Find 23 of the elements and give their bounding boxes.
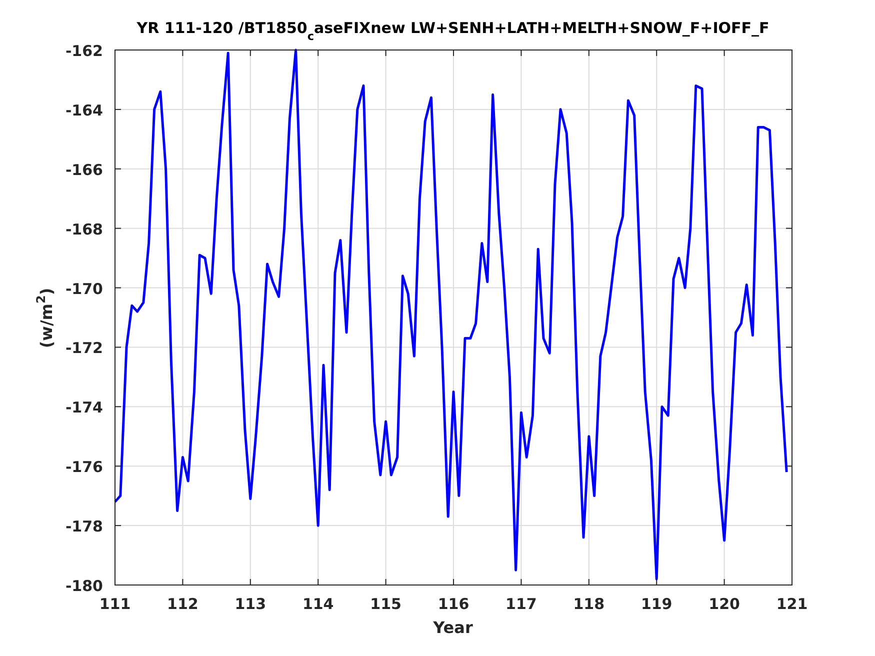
y-tick-label: -166 (65, 160, 103, 179)
y-tick-label: -170 (65, 280, 103, 298)
x-tick-label: 116 (438, 595, 470, 613)
y-tick-label: -162 (65, 42, 103, 60)
x-tick-label: 121 (776, 595, 808, 613)
x-tick-label: 119 (640, 595, 672, 613)
y-tick-label: -172 (65, 339, 103, 358)
x-tick-label: 114 (302, 595, 334, 613)
x-tick-label: 112 (167, 595, 198, 613)
x-axis-label: Year (433, 618, 473, 637)
y-tick-label: -164 (65, 101, 103, 120)
y-tick-label: -178 (65, 518, 103, 536)
x-tick-label: 115 (370, 595, 402, 613)
x-tick-label: 111 (99, 595, 131, 613)
x-tick-label: 113 (234, 595, 266, 613)
x-tick-label: 118 (573, 595, 605, 613)
y-tick-label: -176 (65, 458, 103, 476)
x-tick-label: 117 (506, 595, 537, 613)
y-tick-label: -174 (65, 398, 103, 417)
x-tick-label: 120 (708, 595, 740, 613)
y-tick-label: -180 (65, 577, 103, 595)
chart-title: YR 111-120 /BT1850$_{c}$aseFIXnew LW+SENH+LATH+MELTH+SNOW_F+IOFF_F (136, 19, 770, 42)
y-tick-label: -168 (65, 220, 103, 238)
